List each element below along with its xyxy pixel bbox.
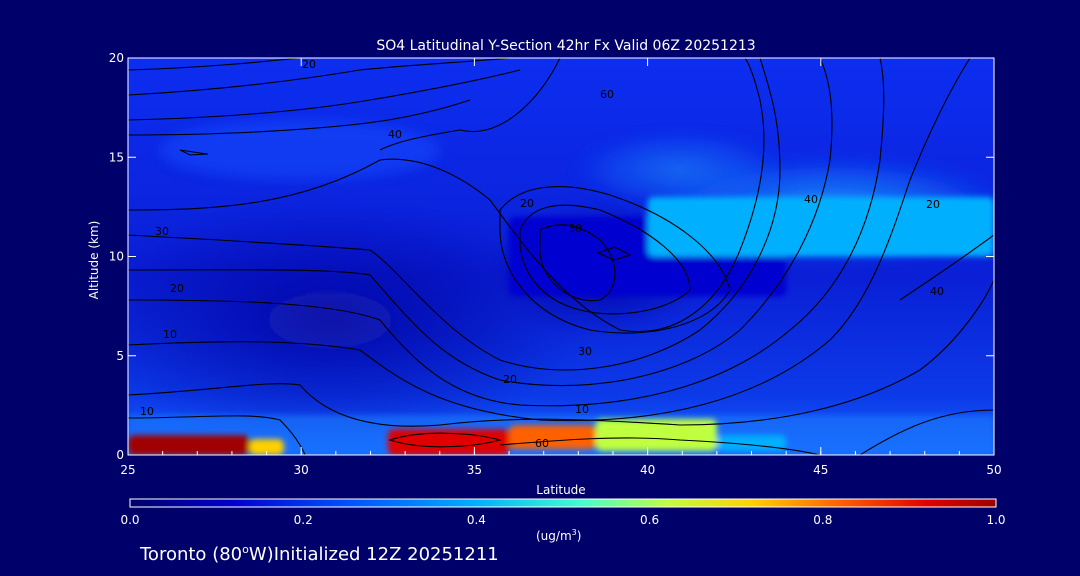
footer-caption: Toronto (80oW)Initialized 12Z 20251211 (140, 543, 499, 565)
concentration-field (128, 58, 994, 455)
y-axis-label: Altitude (km) (87, 221, 101, 300)
contour-label-4: 20 (170, 282, 184, 295)
colorbar (129, 498, 997, 508)
colorbar-tick-label-5: 1.0 (986, 513, 1005, 527)
x-axis-label: Latitude (536, 483, 585, 497)
contour-label-9: 40 (804, 193, 818, 206)
contour-label-7: 20 (520, 197, 534, 210)
heat-region-7 (647, 196, 994, 257)
contour-label-1: 60 (600, 88, 614, 101)
contour-label-12: 10 (575, 403, 589, 416)
colorbar-tick-label-2: 0.4 (467, 513, 486, 527)
contour-label-10: 30 (578, 345, 592, 358)
x-tick-label-3: 40 (640, 463, 655, 477)
section-chart: SO4 Latitudinal Y-Section 42hr Fx Valid … (87, 38, 1006, 543)
contour-label-3: 30 (155, 225, 169, 238)
footer-lon-suffix: W) (248, 544, 274, 565)
x-tick-label-2: 35 (467, 463, 482, 477)
y-tick-label-2: 10 (109, 250, 124, 264)
colorbar-tick-label-1: 0.2 (294, 513, 313, 527)
contour-label-2: 40 (388, 128, 402, 141)
contour-label-0: 20 (302, 58, 316, 71)
contour-label-15: 20 (926, 198, 940, 211)
contour-label-6: 10 (140, 405, 154, 418)
contour-label-5: 10 (163, 328, 177, 341)
colorbar-unit: (ug/m3) (536, 528, 581, 543)
x-tick-label-1: 30 (294, 463, 309, 477)
y-tick-label-0: 0 (116, 448, 124, 462)
x-tick-label-0: 25 (120, 463, 135, 477)
y-tick-label-4: 20 (109, 51, 124, 65)
chart-title: SO4 Latitudinal Y-Section 42hr Fx Valid … (376, 38, 755, 54)
y-tick-label-1: 5 (116, 349, 124, 363)
footer-location: Toronto (140, 544, 207, 565)
footer-init: Initialized 12Z 20251211 (273, 544, 499, 565)
footer-longitude: (80 (212, 544, 243, 565)
y-tick-label-3: 15 (109, 150, 124, 164)
x-tick-label-5: 50 (986, 463, 1001, 477)
contour-label-14: 40 (930, 285, 944, 298)
contour-label-11: 20 (503, 373, 517, 386)
heat-region-0 (128, 435, 250, 455)
heat-region-3 (509, 425, 596, 450)
footer-degree: o (242, 543, 249, 556)
contour-label-13: 60 (535, 437, 549, 450)
contour-label-8: 30 (568, 222, 582, 235)
colorbar-tick-label-4: 0.8 (813, 513, 832, 527)
x-tick-label-4: 45 (813, 463, 828, 477)
colorbar-tick-label-3: 0.6 (640, 513, 659, 527)
colorbar-tick-label-0: 0.0 (120, 513, 139, 527)
